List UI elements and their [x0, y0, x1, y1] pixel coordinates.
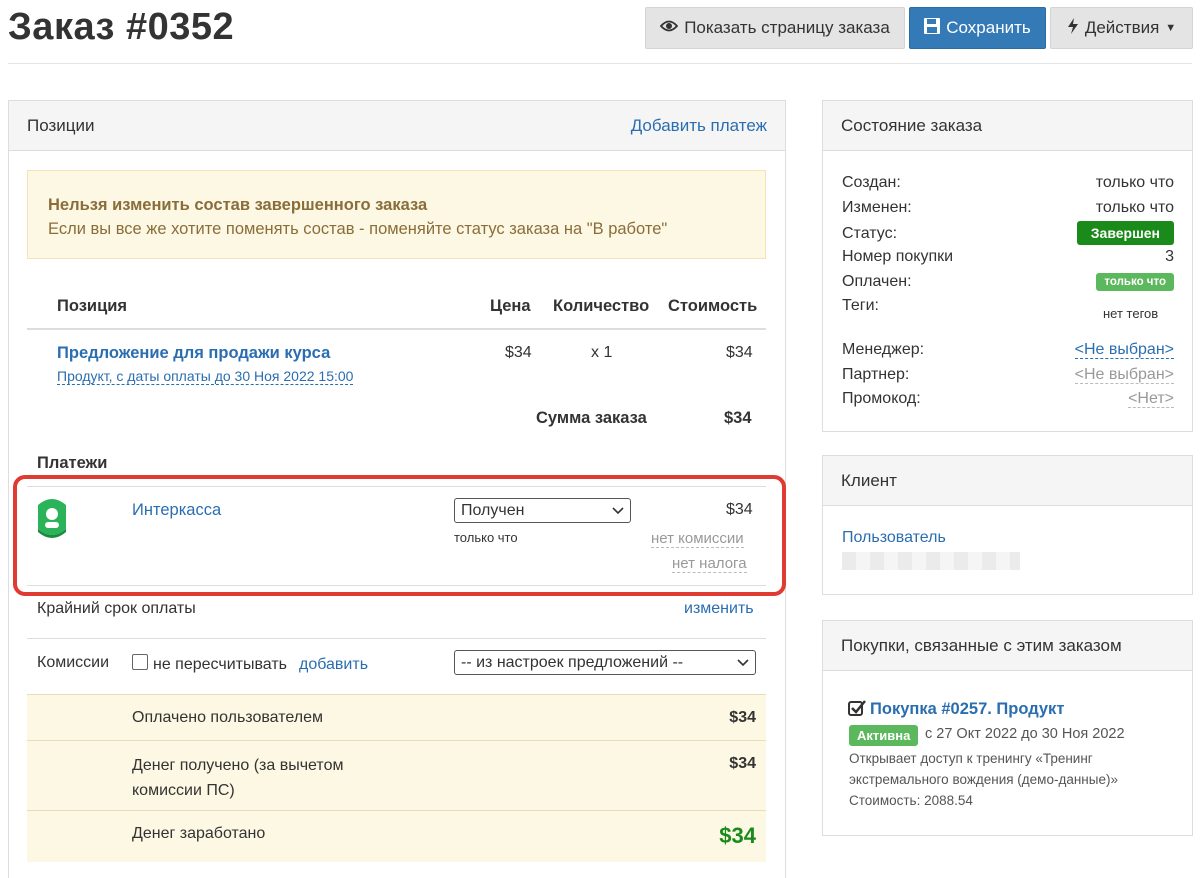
item-name-link[interactable]: Предложение для продажи курса	[57, 344, 330, 363]
table-header-divider	[27, 328, 766, 330]
commission-source-select[interactable]: -- из настроек предложений --	[454, 650, 756, 675]
caret-down-icon: ▼	[1165, 22, 1177, 34]
deadline-change-link[interactable]: изменить	[684, 600, 754, 618]
no-recalc-label: не пересчитывать	[153, 656, 287, 673]
eye-icon	[659, 18, 679, 38]
purchase-number-row: Номер покупки 3	[842, 248, 1174, 265]
item-quantity: x 1	[591, 344, 613, 361]
col-position: Позиция	[57, 297, 127, 315]
no-recalc-checkbox[interactable]	[132, 654, 148, 670]
paid-badge: только что	[1096, 273, 1174, 291]
col-price: Цена	[490, 297, 531, 315]
partner-select-link[interactable]: <Не выбран>	[1074, 366, 1174, 384]
page-title: Заказ #0352	[8, 6, 235, 48]
actions-dropdown-button[interactable]: Действия ▼	[1050, 7, 1193, 49]
partner-row: Партнер: <Не выбран>	[842, 366, 1174, 384]
total-row-paid: Оплачено пользователем $34	[27, 694, 766, 740]
order-status-header: Состояние заказа	[823, 101, 1192, 151]
col-cost: Стоимость	[668, 297, 758, 315]
related-dates: с 27 Окт 2022 до 30 Ноя 2022	[925, 726, 1125, 742]
tags-value: нет тегов	[1103, 306, 1159, 321]
active-badge: Активна	[849, 725, 919, 746]
paid-row: Оплачен: только что	[842, 273, 1174, 291]
show-order-page-button[interactable]: Показать страницу заказа	[645, 7, 905, 49]
alert-text: Если вы все же хотите поменять состав - …	[48, 220, 668, 238]
blurred-email	[842, 552, 1020, 570]
client-header: Клиент	[823, 456, 1192, 506]
related-purchase-link[interactable]: Покупка #0257. Продукт	[870, 700, 1064, 719]
commissions-label: Комиссии	[37, 654, 110, 671]
floppy-disk-icon	[924, 17, 941, 39]
deadline-label: Крайний срок оплаты	[37, 600, 196, 617]
save-button[interactable]: Сохранить	[909, 7, 1046, 49]
item-cost: $34	[726, 344, 753, 361]
total-row-received: Денег получено (за вычетом комиссии ПС) …	[27, 740, 766, 810]
positions-panel-header: Позиции Добавить платеж	[9, 101, 785, 151]
bolt-icon	[1067, 17, 1079, 39]
total-row-earned: Денег заработано $34	[27, 810, 766, 862]
alert-title: Нельзя изменить состав завершенного зака…	[48, 196, 428, 214]
related-purchases-header: Покупки, связанные с этим заказом	[823, 621, 1192, 671]
changed-row: Изменен: только что	[842, 199, 1174, 216]
manager-select-link[interactable]: <Не выбран>	[1074, 341, 1174, 359]
client-user-link[interactable]: Пользователь	[842, 529, 946, 547]
item-period-link[interactable]: Продукт, с даты оплаты до 30 Ноя 2022 15…	[57, 368, 354, 385]
manager-row: Менеджер: <Не выбран>	[842, 341, 1174, 359]
add-commission-link[interactable]: добавить	[299, 656, 368, 674]
check-square-icon	[848, 699, 866, 722]
positions-title: Позиции	[27, 115, 95, 135]
order-sum-label: Сумма заказа	[536, 409, 647, 427]
payments-title: Платежи	[37, 454, 108, 472]
item-price: $34	[505, 344, 532, 361]
order-sum-value: $34	[724, 409, 752, 427]
add-payment-link[interactable]: Добавить платеж	[631, 116, 767, 136]
status-badge: Завершен	[1076, 221, 1174, 245]
promo-select-link[interactable]: <Нет>	[1128, 390, 1174, 408]
created-row: Создан: только что	[842, 174, 1174, 191]
promo-row: Промокод: <Нет>	[842, 390, 1174, 408]
header-divider	[8, 63, 1192, 64]
related-description: Открывает доступ к тренингу «Тренинг экс…	[849, 751, 1118, 808]
col-quantity: Количество	[553, 297, 650, 315]
status-row: Статус: Завершен	[842, 221, 1174, 245]
chevron-down-icon	[737, 654, 749, 672]
payment-highlight-frame	[13, 475, 786, 596]
completed-order-alert: Нельзя изменить состав завершенного зака…	[27, 170, 766, 259]
deadline-divider	[27, 638, 766, 639]
client-panel: Клиент	[822, 455, 1193, 595]
